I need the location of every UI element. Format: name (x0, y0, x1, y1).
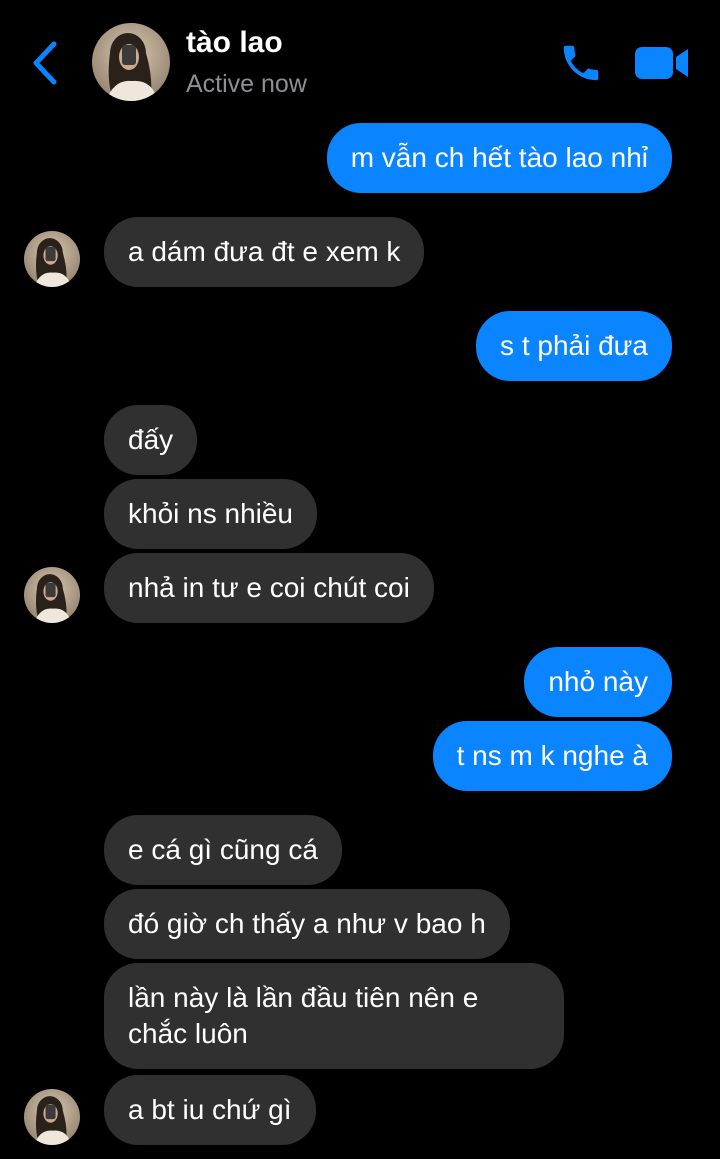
chevron-left-icon (33, 41, 57, 85)
message-bubble-incoming[interactable]: a bt iu chứ gì (104, 1075, 316, 1145)
audio-call-button[interactable] (558, 40, 604, 86)
message-bubble-incoming[interactable]: lần này là lần đầu tiên nên e chắc luôn (104, 963, 564, 1069)
back-button[interactable] (26, 38, 66, 88)
message-bubble-incoming[interactable]: đấy (104, 405, 198, 475)
sender-avatar[interactable] (24, 567, 80, 623)
message-bubble-outgoing[interactable]: m vẫn ch hết tào lao nhỉ (326, 123, 672, 193)
message-bubble-incoming[interactable]: nhả in tư e coi chút coi (104, 553, 434, 623)
sender-avatar[interactable] (24, 1089, 80, 1145)
active-status: Active now (186, 70, 307, 98)
message-bubble-incoming[interactable]: khỏi ns nhiều (104, 479, 318, 549)
video-call-button[interactable] (634, 43, 690, 83)
sender-avatar[interactable] (24, 231, 80, 287)
phone-icon (563, 45, 599, 81)
contact-avatar[interactable] (92, 23, 170, 101)
message-bubble-incoming[interactable]: a dám đưa đt e xem k (104, 217, 425, 287)
video-camera-icon (635, 47, 688, 79)
message-bubble-outgoing[interactable]: t ns m k nghe à (432, 721, 672, 791)
chat-header: tào lao Active now (0, 0, 720, 120)
contact-name[interactable]: tào lao (186, 26, 283, 60)
message-bubble-outgoing[interactable]: s t phải đưa (476, 311, 672, 381)
message-bubble-outgoing[interactable]: nhỏ này (524, 647, 672, 717)
message-bubble-incoming[interactable]: e cá gì cũng cá (104, 815, 342, 885)
message-bubble-incoming[interactable]: đó giờ ch thấy a như v bao h (104, 889, 510, 959)
